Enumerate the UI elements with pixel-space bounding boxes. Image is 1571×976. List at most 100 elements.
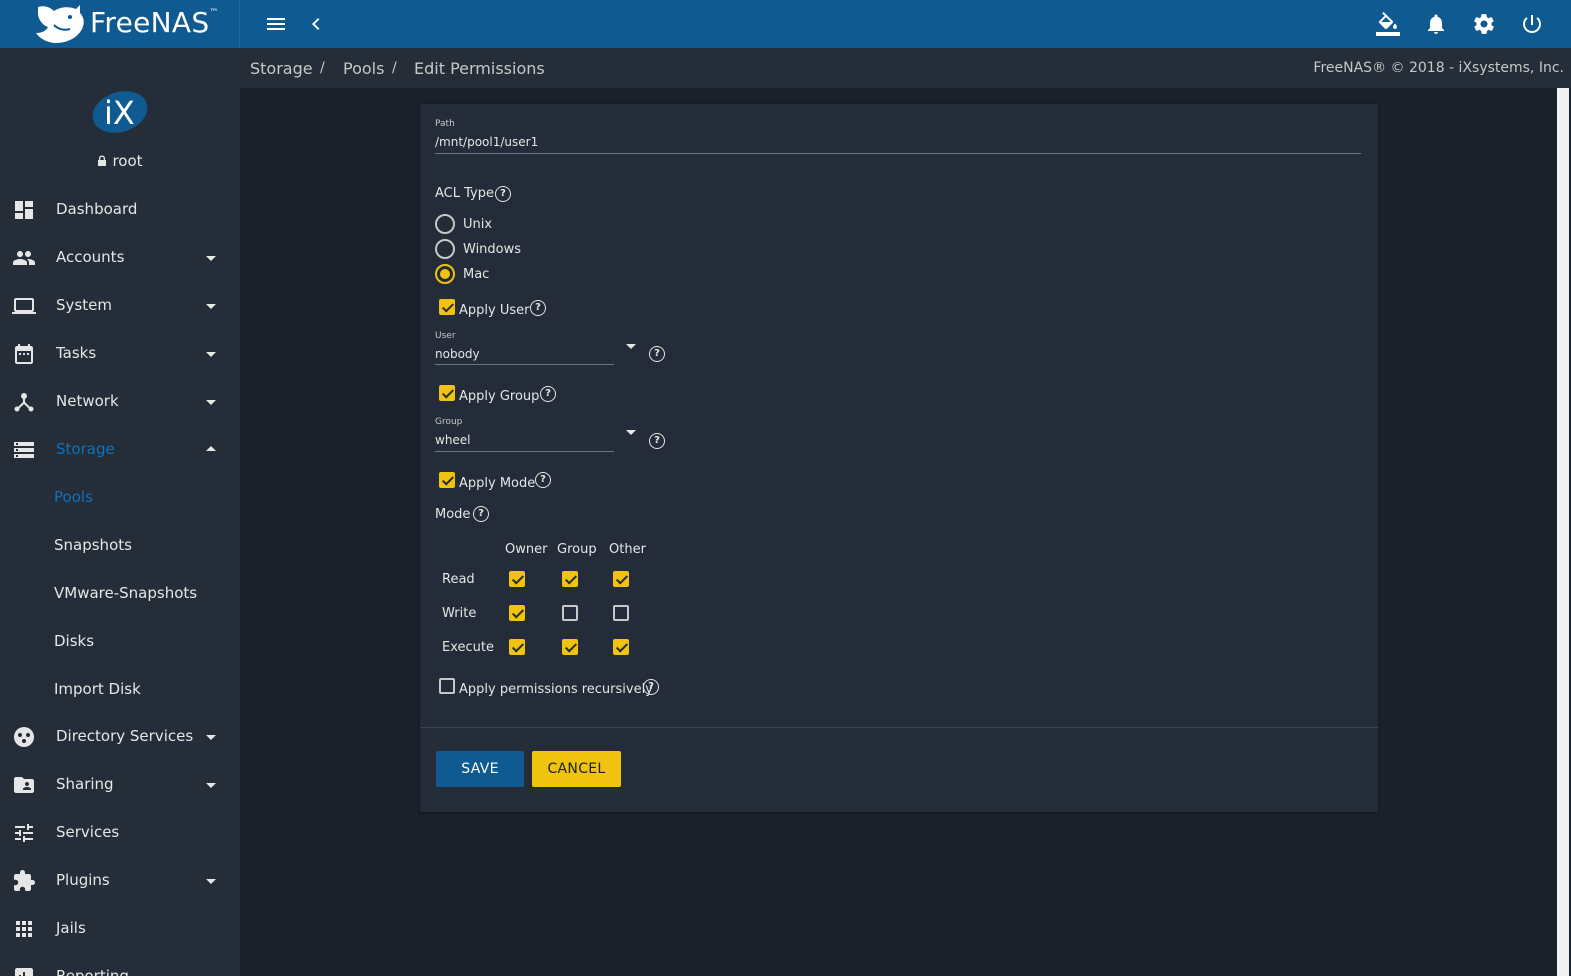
user-select[interactable]: nobody [435,347,480,361]
apply-group-label: Apply Group [459,389,540,404]
tune-icon [12,821,36,845]
breadcrumb-separator: / [320,60,325,76]
sidebar-subitem-label: VMware-Snapshots [54,584,198,602]
sidebar-item-services[interactable]: Services [0,809,240,857]
sidebar-item-label: Storage [56,440,115,458]
theme-paint-icon[interactable] [1376,12,1400,36]
caret-down-icon [206,304,216,309]
calendar-icon [12,342,36,366]
caret-down-icon [206,735,216,740]
sidebar: iX root Dashboard Accounts System Tasks … [0,48,240,976]
logo-area[interactable]: FreeNAS™ [0,0,240,48]
help-icon[interactable]: ? [473,506,489,522]
sidebar-item-dashboard[interactable]: Dashboard [0,186,240,234]
mode-row-write: Write [442,606,477,621]
path-underline [435,153,1361,154]
caret-down-icon [206,879,216,884]
radio-windows[interactable] [435,239,455,259]
mode-col-group: Group [557,542,597,557]
user-underline [435,364,614,365]
sidebar-item-label: Sharing [56,775,114,793]
sidebar-item-jails[interactable]: Jails [0,905,240,953]
copyright-text: FreeNAS® © 2018 - iXsystems, Inc. [1313,60,1564,76]
sidebar-item-label: Reporting [56,967,129,976]
sidebar-item-system[interactable]: System [0,282,240,330]
sidebar-subitem-label: Snapshots [54,536,132,554]
breadcrumb-pools[interactable]: Pools [343,59,384,78]
sidebar-item-label: Plugins [56,871,110,889]
help-icon[interactable]: ? [649,433,665,449]
sidebar-subitem-pools[interactable]: Pools [0,474,240,522]
help-icon[interactable]: ? [649,346,665,362]
sidebar-subitem-disks[interactable]: Disks [0,618,240,666]
sidebar-item-reporting[interactable]: Reporting [0,953,240,976]
caret-down-icon [206,352,216,357]
sidebar-item-storage[interactable]: Storage [0,426,240,474]
power-icon[interactable] [1520,12,1544,36]
notifications-bell-icon[interactable] [1424,12,1448,36]
help-icon[interactable]: ? [535,472,551,488]
path-field[interactable]: /mnt/pool1/user1 [435,135,538,149]
group-label: Group [435,417,463,427]
current-user: root [0,152,240,170]
user-label: User [435,331,456,341]
radio-mac[interactable] [435,264,455,284]
sidebar-subitem-vmware-snapshots[interactable]: VMware-Snapshots [0,570,240,618]
folder-shared-icon [12,773,36,797]
sidebar-item-accounts[interactable]: Accounts [0,234,240,282]
apply-group-checkbox[interactable] [439,385,455,401]
apply-mode-checkbox[interactable] [439,472,455,488]
mode-read-owner-checkbox[interactable] [509,571,525,587]
help-icon[interactable]: ? [530,300,546,316]
radio-unix[interactable] [435,214,455,234]
mode-execute-owner-checkbox[interactable] [509,639,525,655]
apply-user-label: Apply User [459,303,530,318]
breadcrumb-separator: / [392,60,397,76]
group-select[interactable]: wheel [435,433,471,447]
mode-col-other: Other [609,542,646,557]
mode-execute-group-checkbox[interactable] [562,639,578,655]
group-underline [435,451,614,452]
sidebar-subitem-snapshots[interactable]: Snapshots [0,522,240,570]
sidebar-item-network[interactable]: Network [0,378,240,426]
chevron-left-icon[interactable] [304,12,328,36]
mode-execute-other-checkbox[interactable] [613,639,629,655]
sidebar-item-directory-services[interactable]: Directory Services [0,713,240,761]
settings-gear-icon[interactable] [1472,12,1496,36]
save-button[interactable]: SAVE [436,751,524,787]
mode-read-group-checkbox[interactable] [562,571,578,587]
dashboard-icon [12,198,36,222]
menu-icon[interactable] [264,12,288,36]
apply-recursive-label: Apply permissions recursively [459,682,653,697]
sidebar-item-tasks[interactable]: Tasks [0,330,240,378]
help-icon[interactable]: ? [540,386,556,402]
radio-mac-label: Mac [463,267,490,282]
sidebar-subitem-label: Import Disk [54,680,141,698]
sidebar-item-label: Directory Services [56,727,194,745]
radio-windows-label: Windows [463,242,522,257]
apps-icon [12,917,36,941]
help-icon[interactable]: ? [495,186,511,202]
network-icon [12,390,36,414]
sidebar-subitem-label: Pools [54,488,93,506]
dropdown-arrow-icon[interactable] [626,430,636,435]
sidebar-item-label: System [56,296,112,314]
mode-write-other-checkbox[interactable] [613,605,629,621]
sidebar-item-label: Accounts [56,248,125,266]
sidebar-subitem-import-disk[interactable]: Import Disk [0,666,240,714]
mode-write-group-checkbox[interactable] [562,605,578,621]
sidebar-item-sharing[interactable]: Sharing [0,761,240,809]
cancel-button[interactable]: CANCEL [532,751,621,787]
mode-write-owner-checkbox[interactable] [509,605,525,621]
mode-read-other-checkbox[interactable] [613,571,629,587]
scrollbar-thumb[interactable] [1557,88,1569,976]
caret-up-icon [206,446,216,451]
sidebar-item-plugins[interactable]: Plugins [0,857,240,905]
svg-text:iX: iX [104,94,135,132]
help-icon[interactable]: ? [643,679,659,695]
caret-down-icon [206,783,216,788]
apply-user-checkbox[interactable] [439,299,455,315]
apply-recursive-checkbox[interactable] [439,678,455,694]
breadcrumb-storage[interactable]: Storage [250,59,313,78]
dropdown-arrow-icon[interactable] [626,344,636,349]
